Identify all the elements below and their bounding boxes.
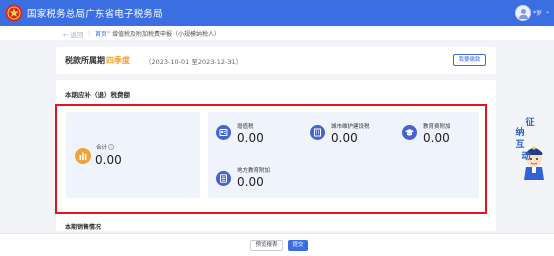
period-range: （2023-10-01 至2023-12-31） (145, 58, 243, 66)
period-label: 税款所属期 (65, 56, 105, 65)
period-quarter: 四季度 (106, 56, 130, 65)
tax-section-heading: 本期应补（退）税费额 (65, 91, 130, 99)
mascot-char-2: 纳 (515, 128, 525, 138)
app-title: 国家税务总局广东省电子税务局 (27, 9, 163, 20)
user-name[interactable]: *岁 (533, 8, 542, 17)
breadcrumb-arrow: > (106, 29, 112, 36)
user-avatar[interactable] (515, 5, 531, 21)
mascot-char-3: 互 (515, 140, 525, 150)
sales-section-heading: 本期销售情况 (65, 224, 102, 231)
pay-tax-button[interactable]: 我要缴款 (453, 54, 486, 66)
chevron-down-icon[interactable]: ⌄ (545, 8, 550, 15)
back-link[interactable]: ← 返回 (63, 29, 84, 39)
submit-button[interactable]: 提交 (288, 240, 308, 251)
breadcrumb-current-page: 增值税及附加税费申报（小规模纳税人） (112, 31, 221, 38)
tax-emblem-logo-icon (5, 4, 23, 22)
mascot-char-4: 动 (521, 152, 531, 162)
mascot-char-1: 征 (525, 118, 535, 128)
highlight-frame (55, 104, 487, 214)
sales-card (56, 219, 496, 231)
breadcrumb-separator: | (88, 29, 91, 37)
preview-report-button[interactable]: 预览报表 (250, 240, 283, 251)
